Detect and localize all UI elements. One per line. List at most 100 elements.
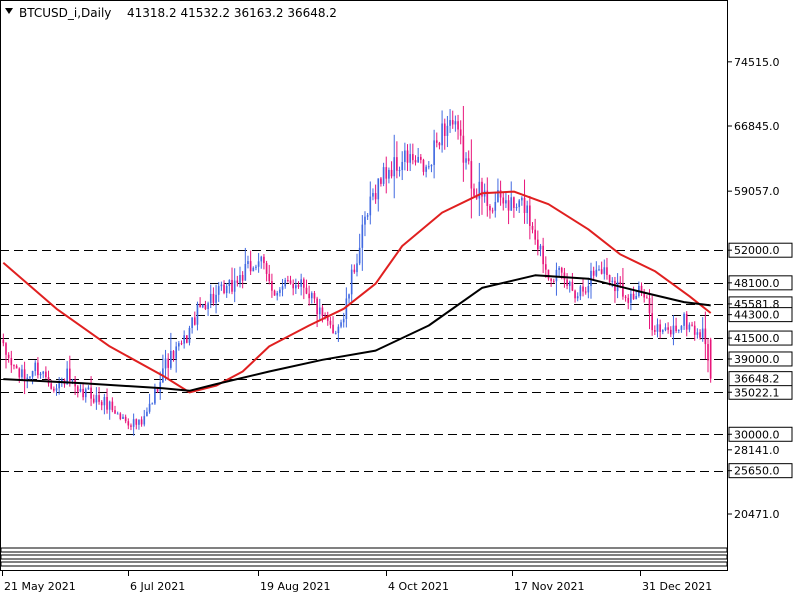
candle-body xyxy=(558,267,560,270)
candle-body xyxy=(236,280,239,283)
candle-body xyxy=(449,120,451,126)
candle xyxy=(497,178,499,203)
candle xyxy=(481,177,483,215)
price-chart[interactable]: 74515.0 66845.0 59057.0 28141.0 20471.0 52000… xyxy=(0,0,800,600)
candle xyxy=(404,142,406,171)
candle xyxy=(66,361,68,385)
candle xyxy=(600,261,603,275)
candle xyxy=(326,311,329,326)
candle-body xyxy=(366,215,369,217)
candle xyxy=(228,279,231,294)
candle-body xyxy=(138,419,140,425)
candle xyxy=(82,382,84,401)
candle xyxy=(148,393,151,414)
candle xyxy=(130,423,132,431)
candle-body xyxy=(39,373,42,376)
candle xyxy=(646,295,648,299)
candle xyxy=(441,110,443,153)
candle-body xyxy=(249,261,252,272)
candle-body xyxy=(677,329,680,331)
candle xyxy=(295,278,297,295)
candle xyxy=(523,179,526,224)
candle xyxy=(90,376,92,407)
candle-body xyxy=(380,178,382,184)
candle-body xyxy=(337,326,340,333)
candle-body xyxy=(667,327,669,330)
candle xyxy=(223,280,225,295)
candle-body xyxy=(648,298,651,314)
date-tick-label: 17 Nov 2021 xyxy=(514,580,584,593)
candle-body xyxy=(183,335,185,344)
candle xyxy=(707,338,709,373)
candle-body xyxy=(135,419,138,425)
candle-body xyxy=(175,346,178,359)
candle-body xyxy=(143,416,146,425)
candle-body xyxy=(675,325,677,331)
candle xyxy=(683,312,685,330)
candle-body xyxy=(305,287,308,294)
level-price-label: 39000.0 xyxy=(734,353,780,366)
candle-body xyxy=(661,330,664,332)
candle xyxy=(579,284,582,301)
candle-body xyxy=(406,150,409,163)
candle xyxy=(361,215,364,271)
candle-body xyxy=(300,279,302,287)
candle xyxy=(53,386,55,393)
candle-body xyxy=(217,286,220,295)
candle xyxy=(536,230,539,256)
candle xyxy=(348,293,350,304)
candle-body xyxy=(547,269,550,279)
candle xyxy=(47,370,50,387)
candle xyxy=(114,405,116,415)
candle xyxy=(369,181,372,225)
candle-body xyxy=(696,332,699,335)
candle-body xyxy=(630,293,632,303)
candle-body xyxy=(467,158,470,162)
date-tick-label: 6 Jul 2021 xyxy=(130,580,185,593)
candle-body xyxy=(646,297,648,299)
candle-body xyxy=(92,398,95,403)
candle xyxy=(87,385,90,390)
indicator-strip-1 xyxy=(0,547,728,553)
candle xyxy=(417,147,419,163)
candle-body xyxy=(130,425,132,427)
candle-body xyxy=(412,154,414,161)
level-price-label: 52000.0 xyxy=(734,244,780,257)
candle-body xyxy=(536,239,539,250)
candle xyxy=(132,413,135,436)
caret-down-icon[interactable] xyxy=(5,8,13,14)
candle xyxy=(664,323,667,332)
candle xyxy=(475,188,478,200)
candle xyxy=(111,397,114,413)
candle-body xyxy=(76,386,79,392)
candle xyxy=(249,250,252,276)
candle xyxy=(21,364,23,382)
candle-body xyxy=(151,403,154,405)
candle-body xyxy=(201,304,204,308)
candle xyxy=(630,289,632,311)
candle-body xyxy=(180,343,183,345)
candle-body xyxy=(576,296,579,299)
candle-body xyxy=(627,297,630,303)
candle xyxy=(669,326,672,337)
candle-body xyxy=(398,170,401,172)
candle-body xyxy=(287,280,289,282)
candle xyxy=(350,264,353,303)
candle xyxy=(178,341,180,351)
candle xyxy=(435,132,438,148)
candle-body xyxy=(87,387,90,390)
candle-body xyxy=(308,293,310,299)
candle-body xyxy=(289,280,292,284)
candle xyxy=(433,129,435,179)
candle xyxy=(494,191,497,218)
candle-body xyxy=(45,371,47,378)
candle-body xyxy=(255,266,257,268)
candle xyxy=(454,115,457,132)
current-price-label: 36648.2 xyxy=(734,373,780,386)
candle-body xyxy=(499,190,502,198)
candle-body xyxy=(84,389,87,398)
candle-body xyxy=(707,344,709,361)
candle xyxy=(313,290,316,304)
candle-body xyxy=(693,325,696,335)
candle xyxy=(388,167,390,184)
